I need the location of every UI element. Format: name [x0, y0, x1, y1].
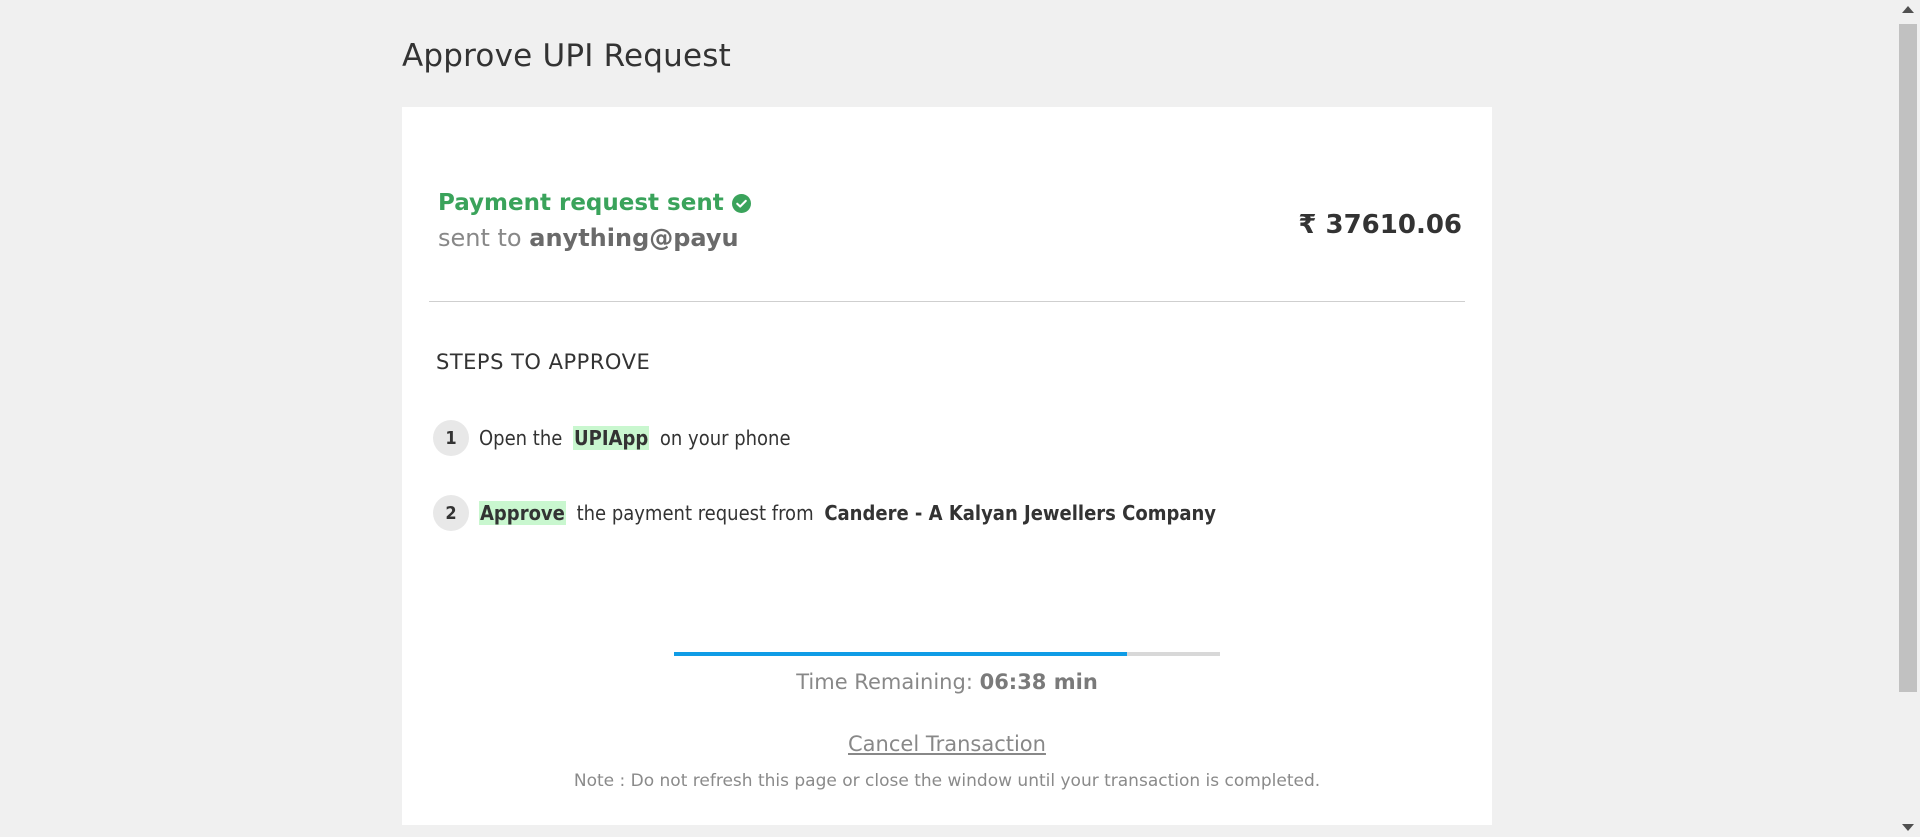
payment-card: Payment request sent sent to anything@pa… — [402, 107, 1492, 825]
upi-approval-page: Approve UPI Request Payment request sent… — [0, 0, 1920, 837]
step-text-after: on your phone — [659, 426, 791, 450]
time-remaining: Time Remaining: 06:38 min — [402, 670, 1492, 694]
cancel-transaction-link[interactable]: Cancel Transaction — [402, 732, 1492, 756]
status-line: Payment request sent — [438, 190, 751, 216]
sent-to-line: sent to anything@payu — [438, 224, 751, 252]
warning-note: Note : Do not refresh this page or close… — [573, 771, 1321, 791]
step-highlight: Approve — [479, 501, 566, 525]
divider — [429, 301, 1465, 302]
recipient-vpa: anything@payu — [529, 224, 739, 252]
step-item: 1 Open the UPIApp on your phone — [433, 420, 791, 456]
step-number: 1 — [433, 420, 469, 456]
page-title: Approve UPI Request — [402, 38, 731, 74]
steps-heading: STEPS TO APPROVE — [436, 350, 651, 374]
check-circle-icon — [731, 193, 751, 213]
step-text: Open the UPIApp on your phone — [479, 426, 791, 450]
merchant-name: Candere - A Kalyan Jewellers Company — [824, 501, 1216, 525]
scroll-up-icon[interactable] — [1902, 6, 1914, 13]
scroll-down-icon[interactable] — [1902, 824, 1914, 831]
timer-progress-bar — [674, 652, 1220, 656]
step-text-after: the payment request from — [576, 501, 814, 525]
timer-progress-fill — [674, 652, 1128, 656]
payment-amount: ₹ 37610.06 — [1298, 210, 1462, 240]
step-item: 2 Approve the payment request from Cande… — [433, 495, 1216, 531]
time-remaining-label: Time Remaining: — [796, 670, 973, 694]
step-highlight: UPIApp — [573, 426, 650, 450]
status-message: Payment request sent — [438, 190, 724, 216]
step-text: Approve the payment request from Candere… — [479, 501, 1216, 525]
step-number: 2 — [433, 495, 469, 531]
time-remaining-value: 06:38 min — [979, 670, 1098, 694]
sent-to-prefix: sent to — [438, 224, 522, 252]
page-scrollbar[interactable] — [1896, 0, 1920, 837]
step-text-before: Open the — [479, 426, 563, 450]
status-block: Payment request sent sent to anything@pa… — [438, 190, 751, 252]
scroll-thumb[interactable] — [1899, 24, 1917, 692]
